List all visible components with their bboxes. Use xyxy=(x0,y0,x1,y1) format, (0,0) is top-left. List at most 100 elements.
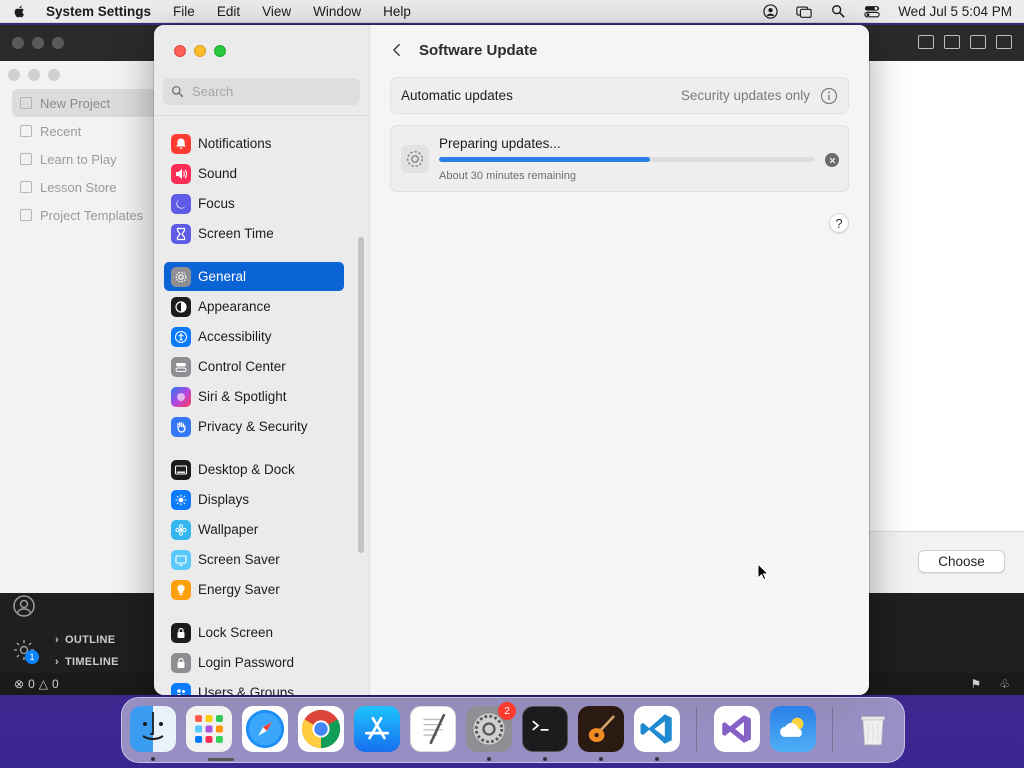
choose-button[interactable]: Choose xyxy=(918,550,1005,573)
sidebar-item-label: Energy Saver xyxy=(198,582,280,597)
sidebar-item-sound[interactable]: Sound xyxy=(164,159,344,188)
error-count[interactable]: 0 xyxy=(28,677,35,691)
accounts-icon[interactable] xyxy=(12,594,36,618)
sidebar-item-lock-screen[interactable]: Lock Screen xyxy=(164,618,344,647)
dock: 2 xyxy=(121,697,905,763)
sidebar-item-notifications[interactable]: Notifications xyxy=(164,129,344,158)
apple-menu-icon[interactable] xyxy=(12,3,28,19)
sidebar-item-label: Login Password xyxy=(198,655,295,670)
toggle-sidebar-icon[interactable] xyxy=(918,35,934,49)
hand-icon xyxy=(171,416,191,437)
dock-garageband[interactable] xyxy=(578,706,624,752)
lock-icon xyxy=(171,622,191,643)
menu-window[interactable]: Window xyxy=(313,4,361,19)
clock-icon xyxy=(20,125,32,137)
sidebar-item-label: Sound xyxy=(198,166,238,181)
feedback-icon[interactable]: ⚑ xyxy=(970,677,981,691)
dock-textedit[interactable] xyxy=(410,706,456,752)
sidebar-item-energy-saver[interactable]: Energy Saver xyxy=(164,575,344,604)
vscode-minimize-button[interactable] xyxy=(32,37,44,49)
mouse-pointer-icon xyxy=(757,563,769,581)
customize-layout-icon[interactable] xyxy=(996,35,1012,49)
dialog-minimize-button[interactable] xyxy=(28,69,40,81)
dock-chrome[interactable] xyxy=(298,706,344,752)
terminal-icon xyxy=(532,720,549,731)
sidebar-item-label: Displays xyxy=(198,492,250,507)
sidebar-item-appearance[interactable]: Appearance xyxy=(164,292,344,321)
toggle-secondary-sidebar-icon[interactable] xyxy=(970,35,986,49)
sidebar-item-screen-saver[interactable]: Screen Saver xyxy=(164,545,344,574)
sidebar-scrollbar[interactable] xyxy=(358,237,364,553)
sidebar-item-control-center[interactable]: Control Center xyxy=(164,352,344,381)
back-button[interactable] xyxy=(388,41,404,59)
menu-clock[interactable]: Wed Jul 5 5:04 PM xyxy=(898,4,1012,19)
dock-launchpad[interactable] xyxy=(186,706,232,752)
cancel-update-button[interactable] xyxy=(825,153,839,167)
info-icon[interactable] xyxy=(820,87,838,105)
window-minimize-button[interactable] xyxy=(194,45,206,57)
dock-visual-studio[interactable] xyxy=(714,706,760,752)
menu-app-name[interactable]: System Settings xyxy=(46,4,151,19)
warning-count[interactable]: 0 xyxy=(52,677,59,691)
gear-icon xyxy=(171,266,191,287)
finder-icon xyxy=(142,712,164,740)
dock-vscode[interactable] xyxy=(634,706,680,752)
window-zoom-button[interactable] xyxy=(214,45,226,57)
dialog-item-learn-to-play[interactable]: Learn to Play xyxy=(0,145,160,173)
help-button[interactable]: ? xyxy=(829,213,849,233)
sidebar-item-general[interactable]: General xyxy=(164,262,344,291)
dock-app-store[interactable] xyxy=(354,706,400,752)
timeline-section[interactable]: › TIMELINE xyxy=(55,656,119,668)
dialog-right-pane xyxy=(869,61,1024,593)
sidebar-divider xyxy=(154,115,370,116)
update-progress-bar xyxy=(439,157,815,162)
warning-icon[interactable]: △ xyxy=(39,677,48,691)
menu-edit[interactable]: Edit xyxy=(217,4,240,19)
menu-file[interactable]: File xyxy=(173,4,195,19)
sidebar-item-displays[interactable]: Displays xyxy=(164,485,344,514)
dialog-item-project-templates[interactable]: Project Templates xyxy=(0,201,160,229)
sidebar-item-focus[interactable]: Focus xyxy=(164,189,344,218)
search-field[interactable] xyxy=(163,78,360,105)
dialog-item-lesson-store[interactable]: Lesson Store xyxy=(0,173,160,201)
dialog-sidebar: New Project Recent Learn to Play Lesson … xyxy=(0,89,160,229)
window-close-button[interactable] xyxy=(174,45,186,57)
dialog-item-label: Project Templates xyxy=(40,207,144,223)
dock-safari[interactable] xyxy=(242,706,288,752)
dialog-close-button[interactable] xyxy=(8,69,20,81)
dock-terminal[interactable] xyxy=(522,706,568,752)
screen-mirroring-icon[interactable] xyxy=(796,3,812,19)
dialog-item-new-project[interactable]: New Project xyxy=(12,89,156,117)
update-status-text: Preparing updates... xyxy=(439,136,561,151)
toggle-panel-icon[interactable] xyxy=(944,35,960,49)
sidebar-item-accessibility[interactable]: Accessibility xyxy=(164,322,344,351)
sidebar-item-users-groups[interactable]: Users & Groups xyxy=(164,678,344,695)
search-input[interactable] xyxy=(192,84,352,99)
menu-view[interactable]: View xyxy=(262,4,291,19)
sidebar-item-screen-time[interactable]: Screen Time xyxy=(164,219,344,248)
dialog-item-recent[interactable]: Recent xyxy=(0,117,160,145)
appearance-icon xyxy=(171,296,191,317)
sidebar-item-wallpaper[interactable]: Wallpaper xyxy=(164,515,344,544)
sidebar-item-label: Desktop & Dock xyxy=(198,462,295,477)
dock-separator xyxy=(696,708,697,752)
sidebar-item-login-password[interactable]: Login Password xyxy=(164,648,344,677)
sidebar-item-desktop-dock[interactable]: Desktop & Dock xyxy=(164,455,344,484)
notifications-bell-icon[interactable]: ♧ xyxy=(999,677,1010,691)
vscode-zoom-button[interactable] xyxy=(52,37,64,49)
sidebar-item-privacy-security[interactable]: Privacy & Security xyxy=(164,412,344,441)
sidebar-item-label: Screen Saver xyxy=(198,552,280,567)
menu-help[interactable]: Help xyxy=(383,4,411,19)
spotlight-search-icon[interactable] xyxy=(830,3,846,19)
folder-icon xyxy=(20,209,32,221)
vscode-close-button[interactable] xyxy=(12,37,24,49)
error-icon[interactable]: ⊗ xyxy=(14,677,24,691)
dock-weather[interactable] xyxy=(770,706,816,752)
outline-section[interactable]: › OUTLINE xyxy=(55,634,115,646)
user-account-icon[interactable] xyxy=(762,3,778,19)
dock-finder[interactable] xyxy=(130,706,176,752)
control-center-icon[interactable] xyxy=(864,3,880,19)
sidebar-item-siri-spotlight[interactable]: Siri & Spotlight xyxy=(164,382,344,411)
dock-trash[interactable] xyxy=(850,706,896,752)
dialog-zoom-button[interactable] xyxy=(48,69,60,81)
